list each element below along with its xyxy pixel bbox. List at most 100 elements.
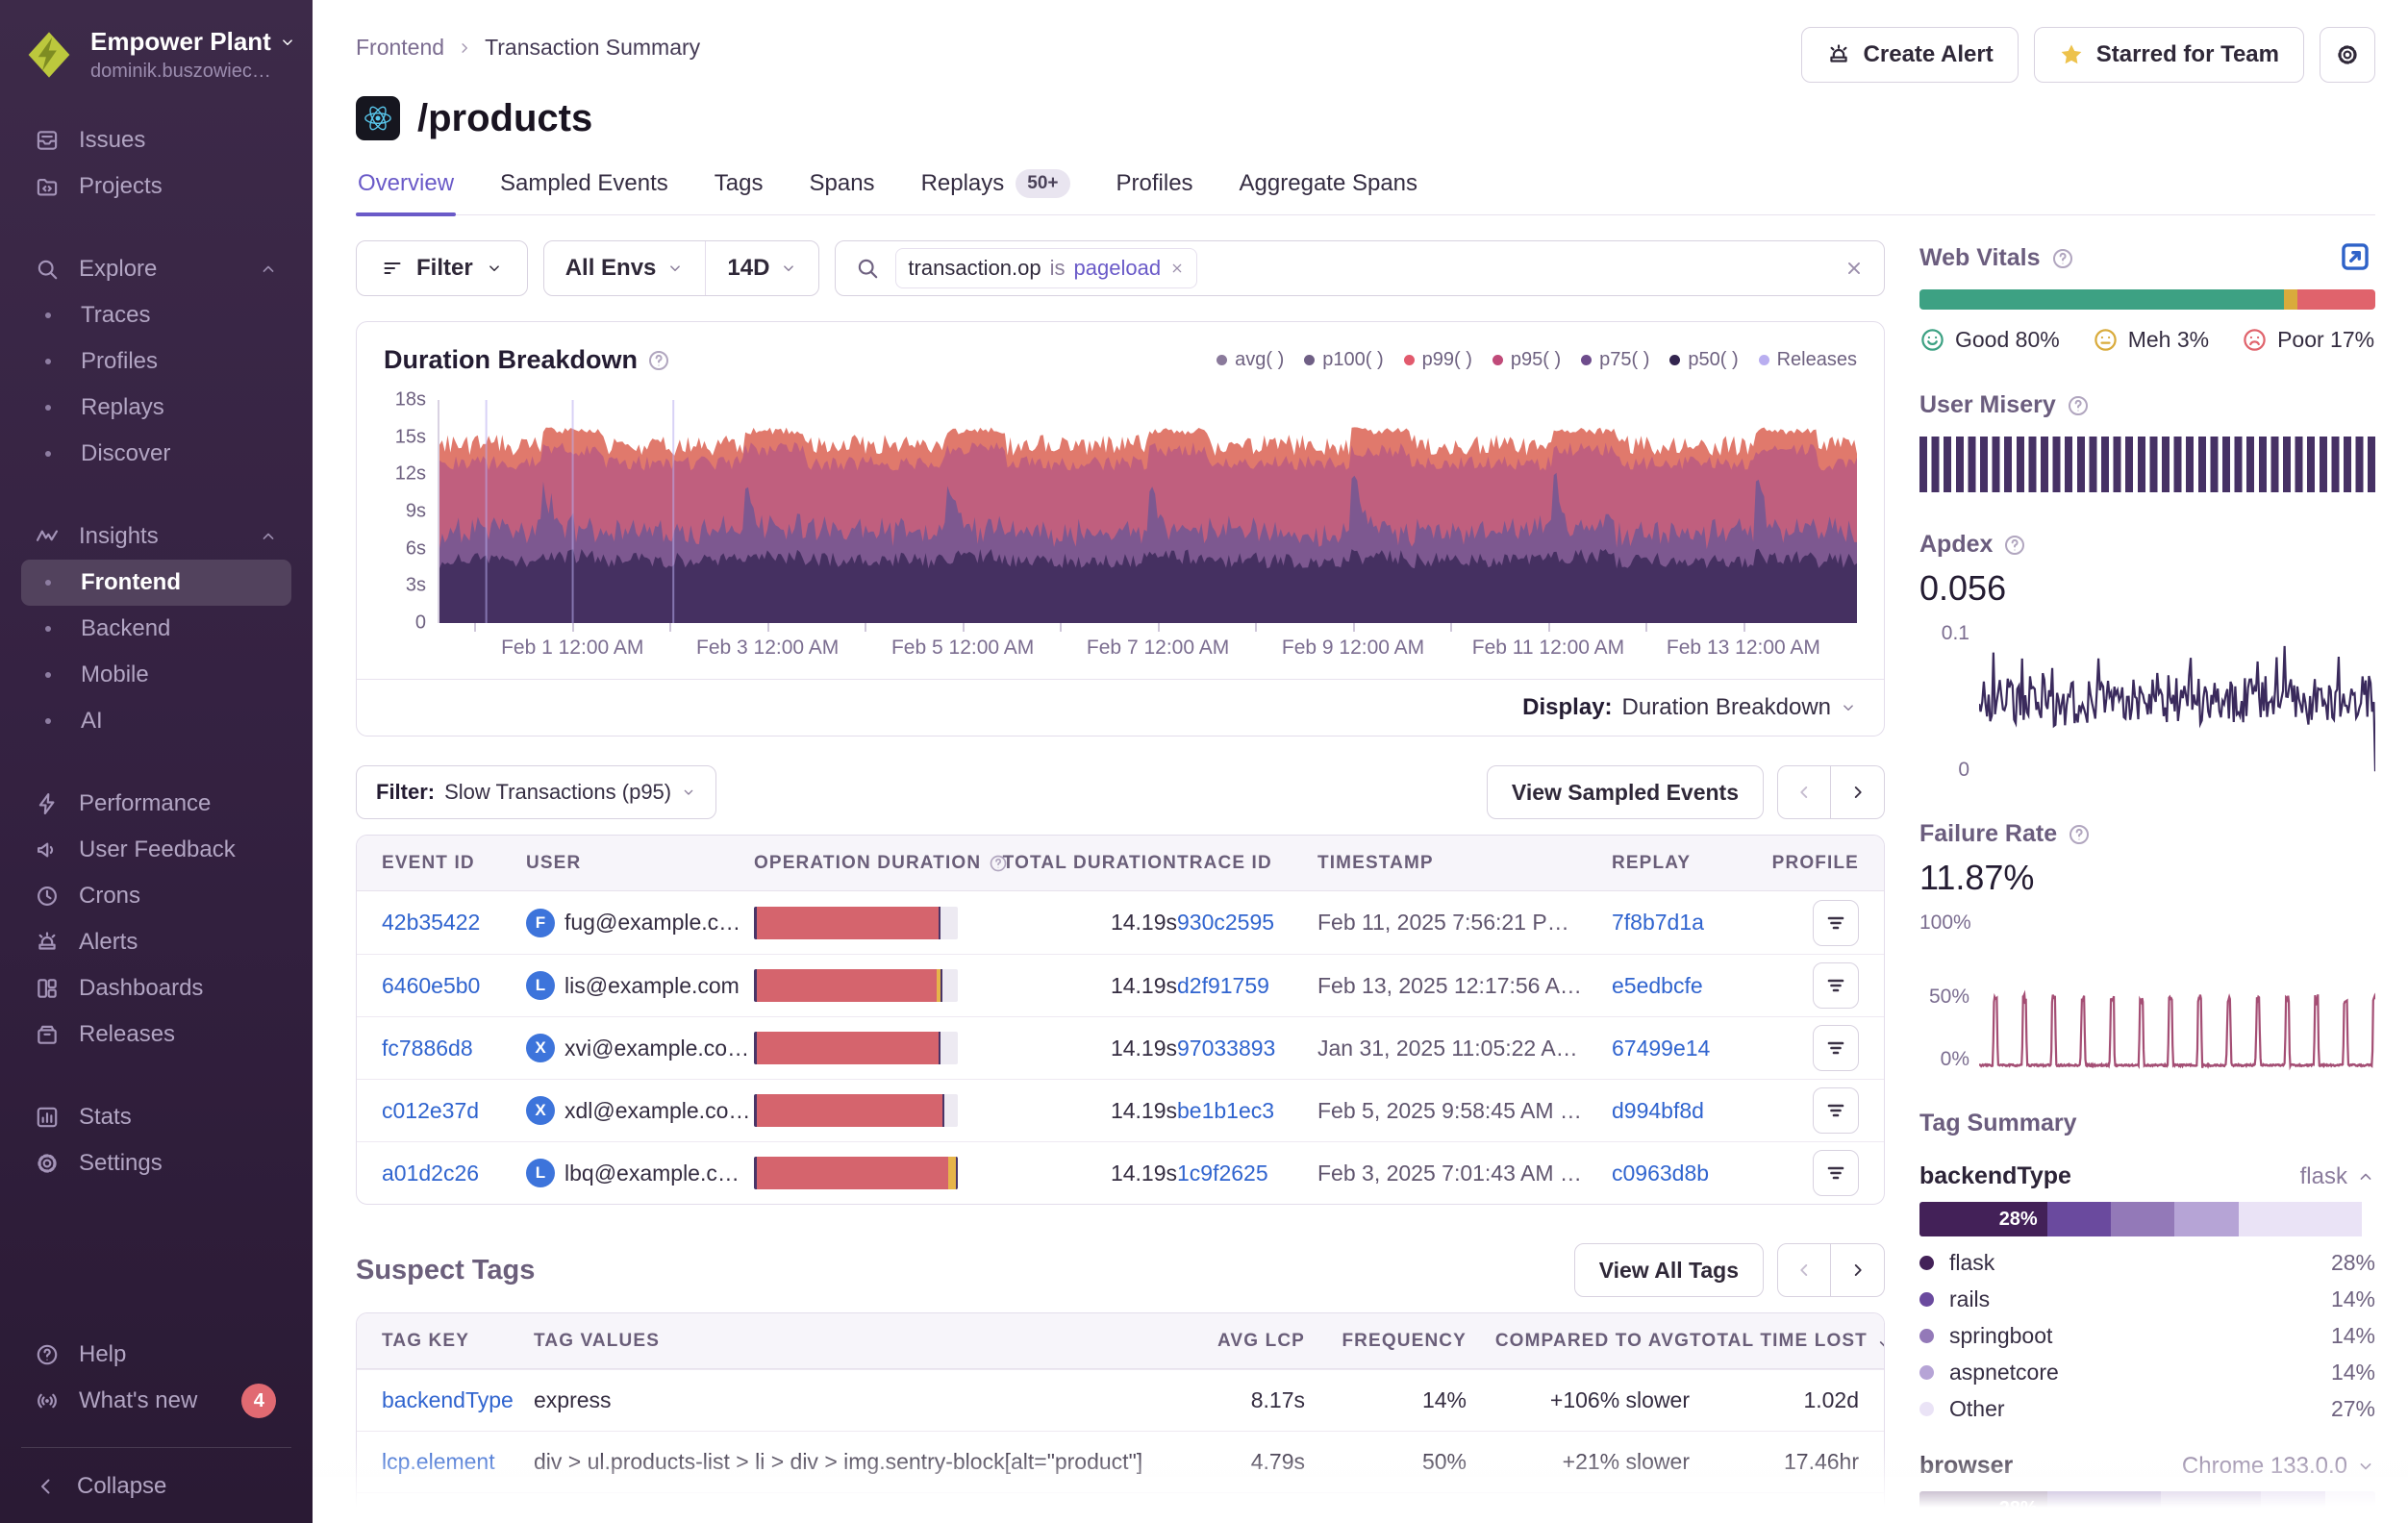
replay-id-link[interactable]: 7f8b7d1a — [1612, 910, 1704, 936]
trace-id-link[interactable]: d2f91759 — [1177, 973, 1269, 999]
col-total-time-lost[interactable]: Total Time Lost — [1690, 1331, 1885, 1352]
search-input[interactable]: transaction.op is pageload — [835, 240, 1885, 296]
filter-button[interactable]: Filter — [356, 240, 528, 296]
tag-bar-segment — [2174, 1202, 2238, 1236]
clear-search-icon[interactable] — [1844, 258, 1865, 279]
replay-id-link[interactable]: 67499e14 — [1612, 1036, 1710, 1061]
create-alert-button[interactable]: Create Alert — [1801, 27, 2019, 83]
tag-key-link[interactable]: lcp.element — [382, 1449, 495, 1475]
sidebar-item-backend[interactable]: Backend — [21, 606, 291, 652]
sidebar-item-label: Frontend — [81, 569, 181, 596]
trace-id-link[interactable]: 97033893 — [1177, 1036, 1275, 1061]
display-selector[interactable]: Duration Breakdown — [1622, 694, 1857, 721]
sidebar-item-what-s-new[interactable]: What's new4 — [21, 1378, 291, 1424]
tab-badge: 50+ — [1016, 169, 1069, 198]
pager-prev-button[interactable] — [1777, 765, 1831, 819]
tab-spans[interactable]: Spans — [808, 169, 877, 214]
tab-replays[interactable]: Replays50+ — [919, 169, 1072, 214]
sidebar-item-frontend[interactable]: Frontend — [21, 560, 291, 606]
org-switcher[interactable]: Empower Plant dominik.buszowiec… — [23, 27, 289, 83]
breadcrumb-frontend[interactable]: Frontend — [356, 35, 444, 61]
sidebar-item-alerts[interactable]: Alerts — [21, 919, 291, 965]
tag-value-selector[interactable]: Chrome 133.0.0 — [2182, 1453, 2375, 1480]
search-token[interactable]: transaction.op is pageload — [895, 248, 1197, 288]
tab-label: Tags — [715, 170, 764, 197]
sidebar-item-profiles[interactable]: Profiles — [21, 338, 291, 385]
profile-button[interactable] — [1813, 1025, 1859, 1071]
tab-aggregate-spans[interactable]: Aggregate Spans — [1238, 169, 1419, 214]
transactions-filter-dropdown[interactable]: Filter: Slow Transactions (p95) — [356, 765, 716, 819]
sidebar-item-explore[interactable]: Explore — [21, 246, 291, 292]
sidebar-item-discover[interactable]: Discover — [21, 431, 291, 477]
help-icon[interactable] — [2067, 394, 2090, 417]
legend-p99[interactable]: p99( ) — [1404, 349, 1472, 371]
duration-chart[interactable] — [438, 400, 1857, 623]
event-id-link[interactable]: c012e37d — [382, 1098, 479, 1124]
settings-button[interactable] — [2320, 27, 2375, 83]
remove-token-icon[interactable] — [1169, 261, 1185, 276]
tab-tags[interactable]: Tags — [713, 169, 765, 214]
sidebar-item-dashboards[interactable]: Dashboards — [21, 965, 291, 1011]
profile-button[interactable] — [1813, 900, 1859, 946]
replay-id-link[interactable]: d994bf8d — [1612, 1098, 1704, 1124]
pager-prev-button[interactable] — [1777, 1243, 1831, 1297]
event-id-link[interactable]: a01d2c26 — [382, 1161, 479, 1186]
replay-id-link[interactable]: c0963d8b — [1612, 1161, 1709, 1186]
period-selector[interactable]: 14D — [705, 241, 818, 295]
tab-overview[interactable]: Overview — [356, 169, 456, 214]
legend-p50[interactable]: p50( ) — [1669, 349, 1738, 371]
sidebar-item-ai[interactable]: AI — [21, 698, 291, 744]
view-sampled-events-button[interactable]: View Sampled Events — [1487, 765, 1764, 819]
sidebar-item-insights[interactable]: Insights — [21, 513, 291, 560]
sidebar-item-help[interactable]: Help — [21, 1332, 291, 1378]
bar-red-segment — [757, 1032, 939, 1064]
event-id-link[interactable]: 6460e5b0 — [382, 973, 480, 999]
starred-for-team-button[interactable]: Starred for Team — [2034, 27, 2304, 83]
replay-id-link[interactable]: e5edbcfe — [1612, 973, 1703, 999]
tag-key-link[interactable]: lcp.url — [382, 1511, 440, 1523]
trace-id-link[interactable]: 930c2595 — [1177, 910, 1274, 936]
sidebar-item-user-feedback[interactable]: User Feedback — [21, 827, 291, 873]
profile-button[interactable] — [1813, 1087, 1859, 1134]
sidebar-item-stats[interactable]: Stats — [21, 1094, 291, 1140]
sidebar-item-crons[interactable]: Crons — [21, 873, 291, 919]
pager-next-button[interactable] — [1831, 765, 1885, 819]
legend-p75[interactable]: p75( ) — [1581, 349, 1649, 371]
help-icon[interactable] — [2051, 247, 2074, 270]
view-all-tags-button[interactable]: View All Tags — [1574, 1243, 1764, 1297]
sidebar-item-projects[interactable]: Projects — [21, 163, 291, 210]
event-id-link[interactable]: 42b35422 — [382, 910, 480, 936]
sidebar-item-traces[interactable]: Traces — [21, 292, 291, 338]
legend-p100[interactable]: p100( ) — [1304, 349, 1383, 371]
pager-next-button[interactable] — [1831, 1243, 1885, 1297]
tab-profiles[interactable]: Profiles — [1115, 169, 1195, 214]
x-tick — [1450, 623, 1452, 632]
profile-button[interactable] — [1813, 962, 1859, 1009]
trace-id-link[interactable]: 1c9f2625 — [1177, 1161, 1268, 1186]
legend-releases[interactable]: Releases — [1759, 349, 1857, 371]
profile-button[interactable] — [1813, 1150, 1859, 1196]
sidebar-item-settings[interactable]: Settings — [21, 1140, 291, 1186]
sidebar-item-collapse[interactable]: Collapse — [21, 1463, 291, 1510]
sidebar-item-replays[interactable]: Replays — [21, 385, 291, 431]
legend-dot-icon — [1304, 355, 1315, 365]
col-avg-lcp: Avg LCP — [1170, 1331, 1305, 1352]
legend-avg[interactable]: avg( ) — [1217, 349, 1284, 371]
sidebar-item-releases[interactable]: Releases — [21, 1011, 291, 1058]
tab-sampled-events[interactable]: Sampled Events — [498, 169, 670, 214]
tag-legend-label: flask — [1949, 1250, 1994, 1276]
help-icon[interactable] — [647, 349, 670, 372]
help-icon[interactable] — [2003, 534, 2026, 557]
legend-p95[interactable]: p95( ) — [1492, 349, 1561, 371]
sidebar-item-issues[interactable]: Issues — [21, 117, 291, 163]
trace-id-link[interactable]: be1b1ec3 — [1177, 1098, 1274, 1124]
duration-bar — [754, 969, 958, 1002]
open-vitals-button[interactable] — [2335, 237, 2375, 277]
tag-key-link[interactable]: backendType — [382, 1387, 514, 1413]
tag-value-selector[interactable]: flask — [2300, 1163, 2375, 1190]
sidebar-item-mobile[interactable]: Mobile — [21, 652, 291, 698]
help-icon[interactable] — [2068, 823, 2091, 846]
environment-selector[interactable]: All Envs — [544, 241, 706, 295]
event-id-link[interactable]: fc7886d8 — [382, 1036, 473, 1061]
sidebar-item-performance[interactable]: Performance — [21, 781, 291, 827]
